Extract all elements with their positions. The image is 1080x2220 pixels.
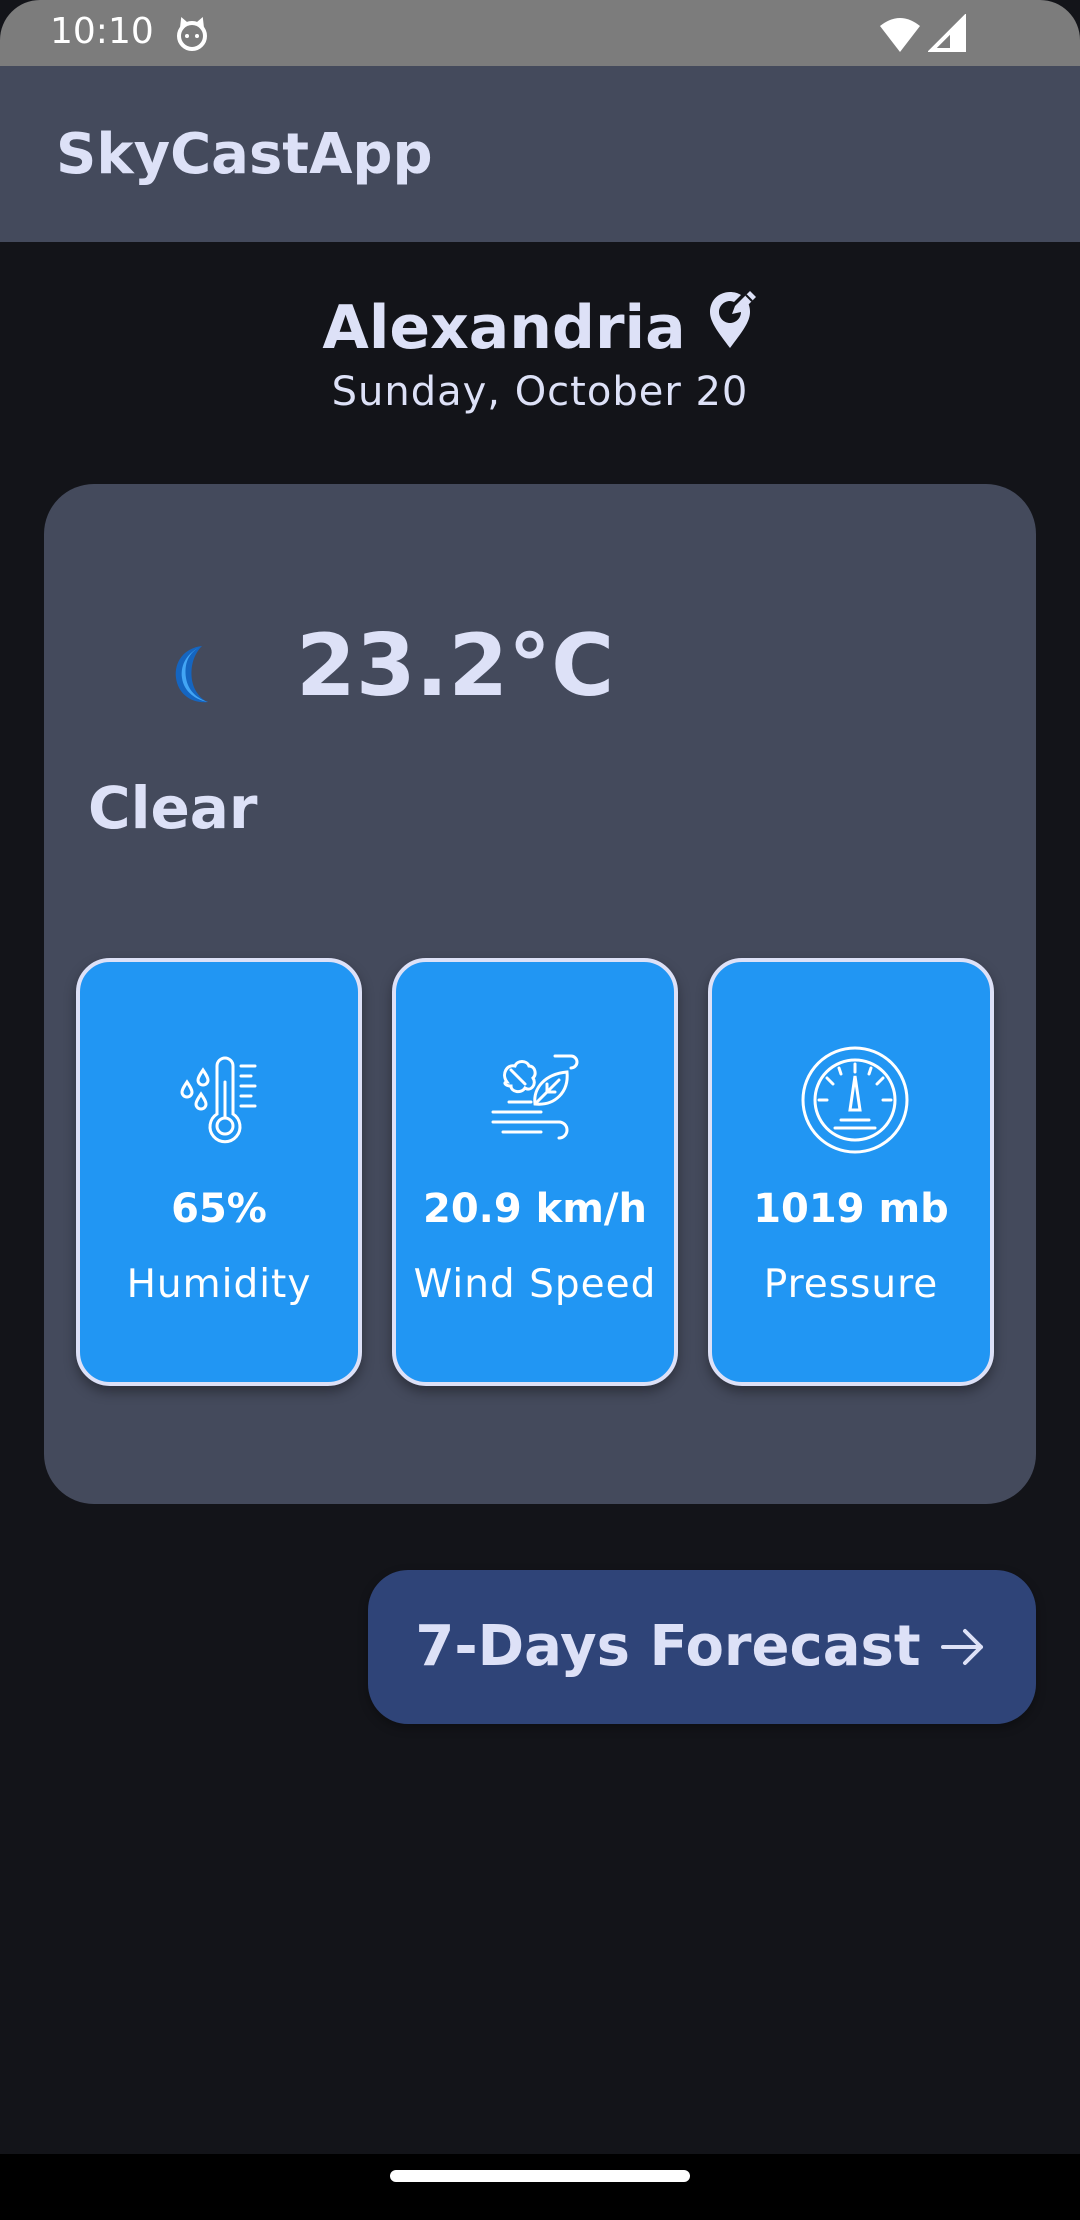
wind-leaf-icon — [491, 1054, 579, 1140]
weather-condition: Clear — [88, 774, 258, 842]
arrow-right-icon — [940, 1629, 983, 1665]
wind-speed-label: Wind Speed — [413, 1262, 657, 1307]
edit-location-icon[interactable] — [708, 288, 758, 352]
pressure-label: Pressure — [763, 1262, 939, 1307]
home-indicator[interactable] — [390, 2170, 690, 2182]
status-bar: 10:10 — [0, 0, 1080, 66]
wind-speed-value: 20.9 km/h — [423, 1186, 647, 1232]
cat-icon — [177, 17, 207, 51]
weather-card: 23.2°C Clear 65% Humidity 20.9 km/h Wind… — [44, 484, 1036, 1504]
signal-icon — [928, 14, 966, 52]
date-text: Sunday, October 20 — [331, 369, 749, 415]
wifi-icon — [880, 18, 920, 52]
pressure-gauge-icon — [801, 1046, 909, 1154]
city-row: Alexandria — [322, 286, 757, 370]
forecast-button[interactable]: 7-Days Forecast — [368, 1570, 1036, 1724]
status-time: 10:10 — [50, 11, 154, 52]
forecast-button-label: 7-Days Forecast — [415, 1614, 921, 1679]
location-header: Alexandria — [0, 286, 1080, 370]
humidity-label: Humidity — [126, 1262, 312, 1307]
humidity-tile: 65% Humidity — [76, 958, 362, 1386]
navigation-bar — [0, 2154, 1080, 2220]
pressure-tile: 1019 mb Pressure — [708, 958, 994, 1386]
app-title: SkyCastApp — [56, 122, 433, 187]
wind-speed-tile: 20.9 km/h Wind Speed — [392, 958, 678, 1386]
humidity-thermometer-icon — [180, 1056, 257, 1144]
screen: 10:10 SkyCastApp Alexandria Sunday, Octo… — [0, 0, 1080, 2220]
humidity-value: 65% — [171, 1186, 267, 1232]
moon-icon — [175, 646, 208, 703]
app-bar: SkyCastApp — [0, 66, 1080, 242]
temperature: 23.2°C — [296, 616, 615, 716]
pressure-value: 1019 mb — [753, 1186, 949, 1232]
city-name: Alexandria — [322, 293, 686, 363]
